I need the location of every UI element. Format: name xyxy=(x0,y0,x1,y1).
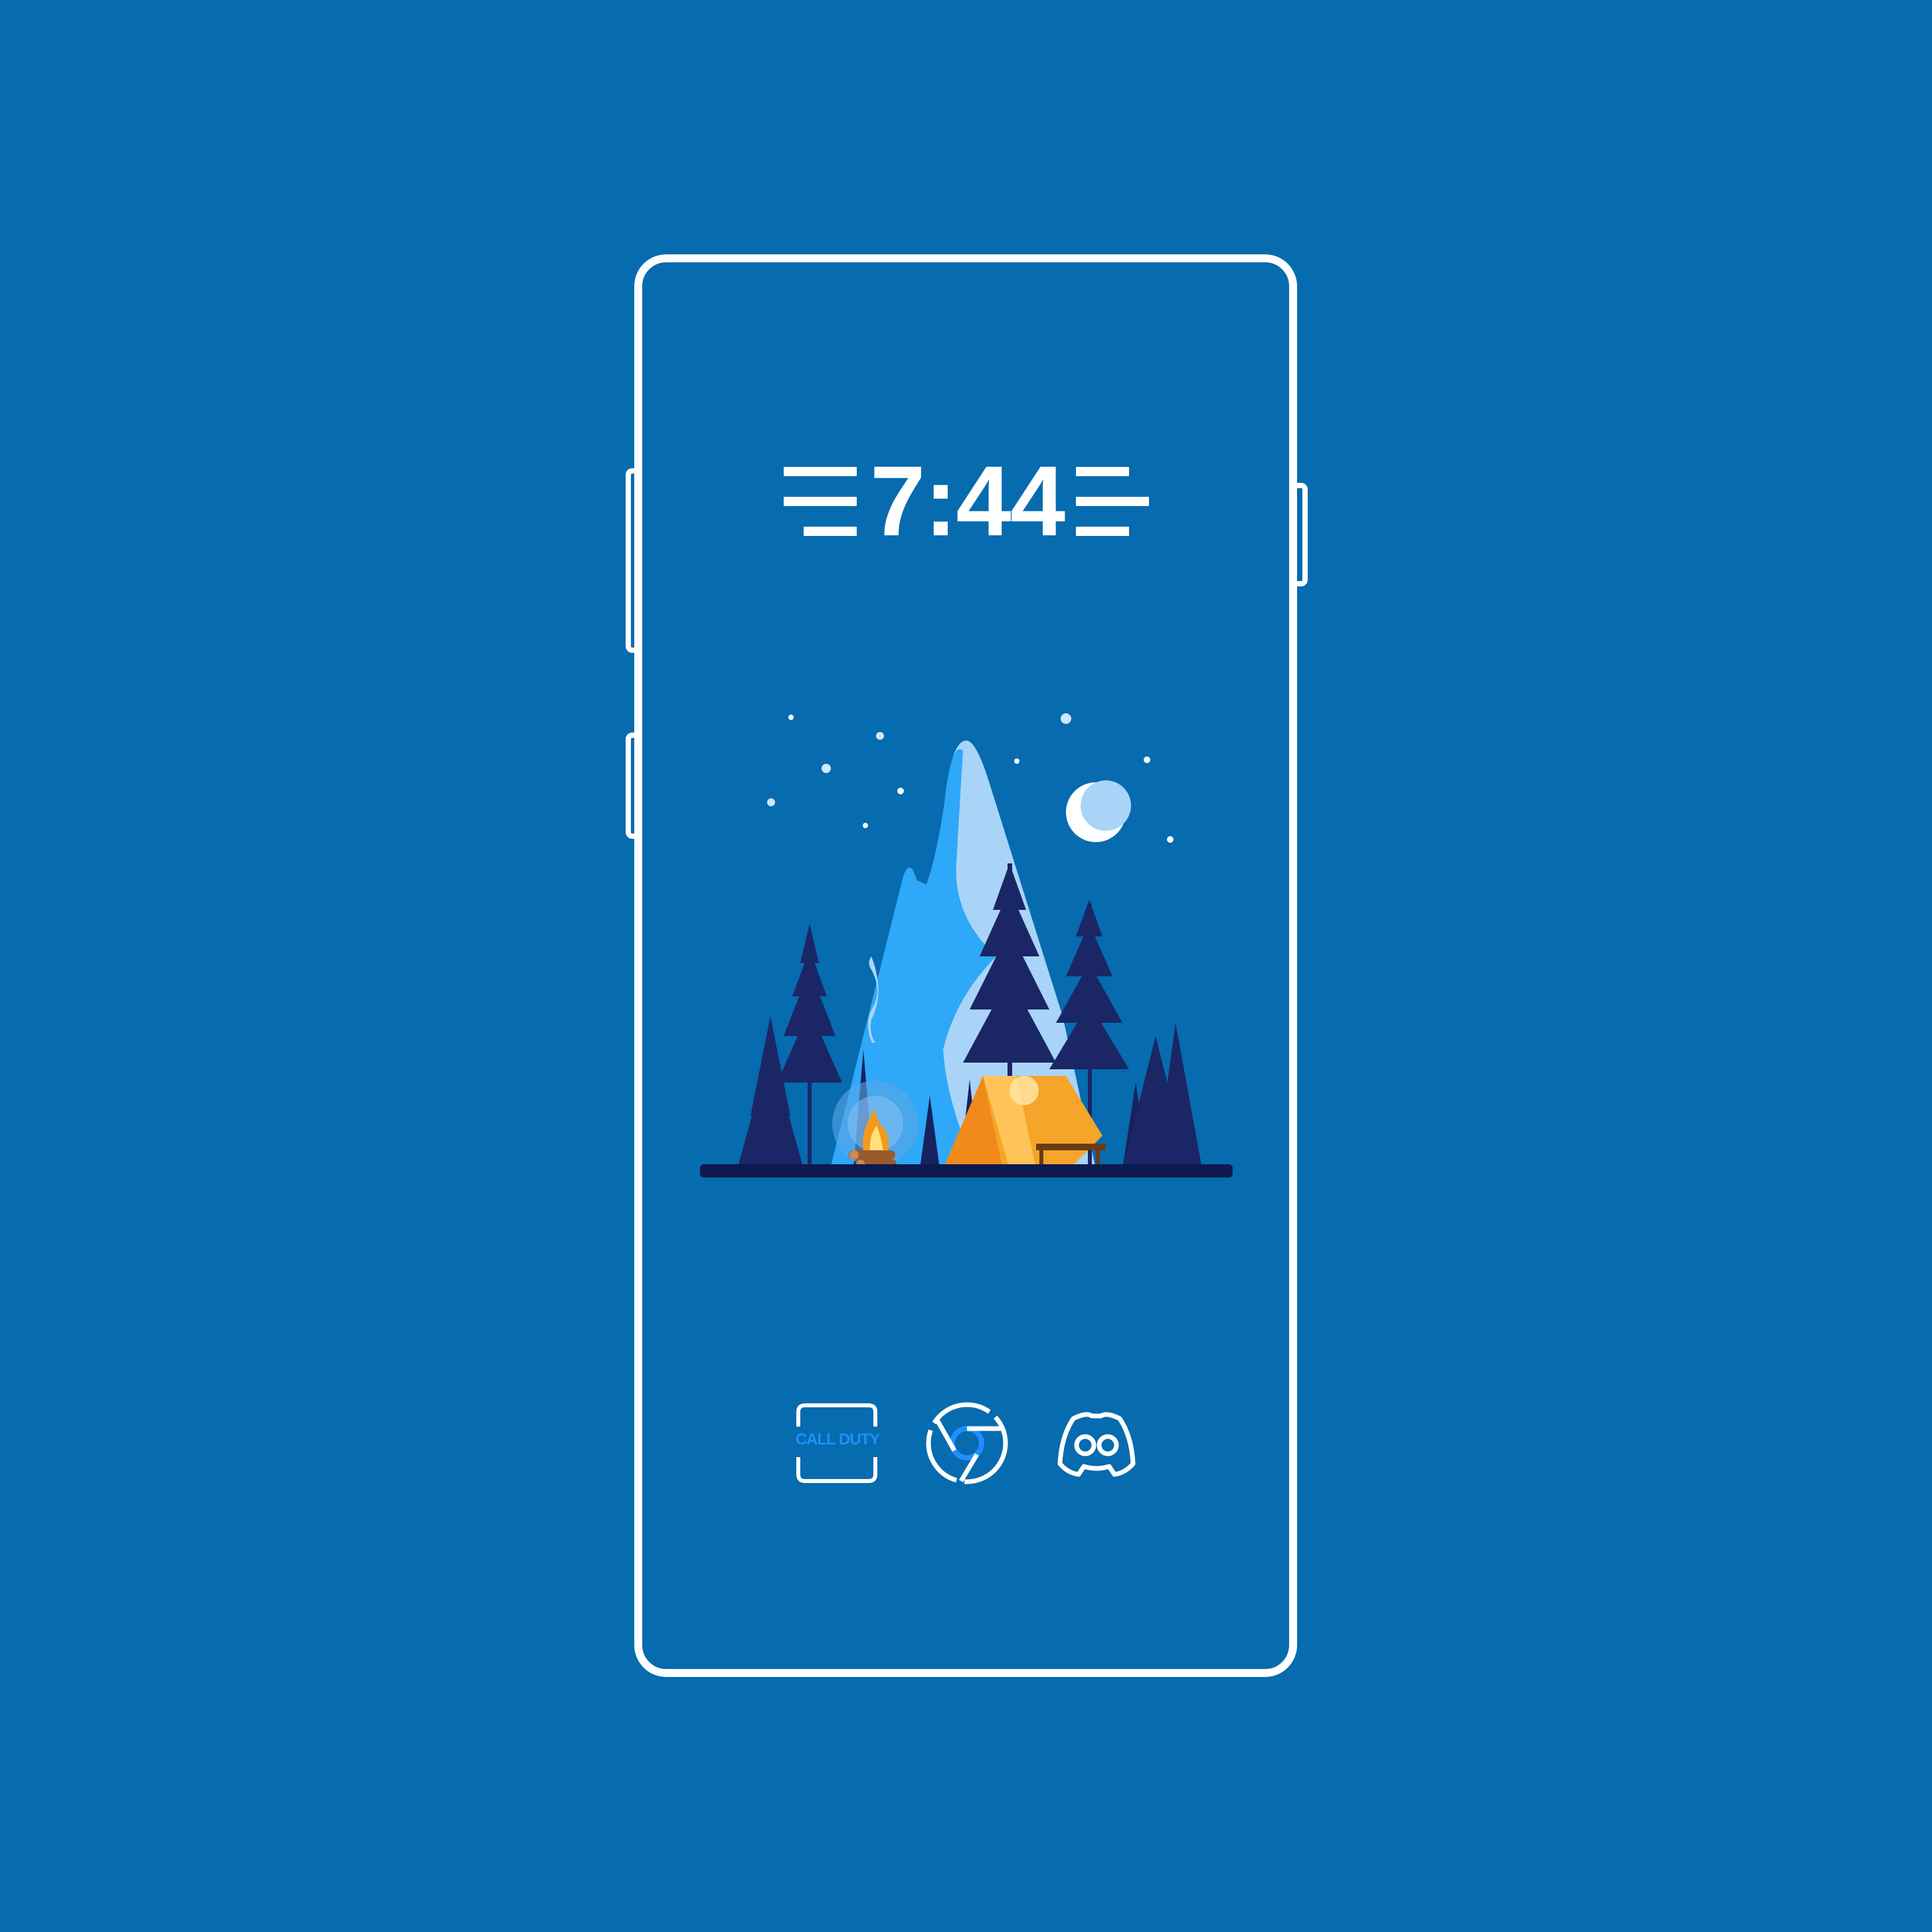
app-discord[interactable] xyxy=(1053,1400,1140,1486)
clock-time: 7:44 xyxy=(870,445,1065,557)
campsite-night-wallpaper xyxy=(697,704,1235,1189)
app-label: CALL DUTY xyxy=(795,1431,881,1449)
discord-icon xyxy=(1057,1412,1136,1477)
app-dock: CALL DUTY xyxy=(794,1400,1140,1486)
chrome-icon xyxy=(926,1402,1008,1484)
app-chrome[interactable] xyxy=(924,1400,1010,1486)
app-call-of-duty[interactable]: CALL DUTY xyxy=(794,1400,881,1486)
clock-widget: 7:44 xyxy=(784,451,1149,551)
clock-decoration-right xyxy=(1076,467,1149,536)
clock-decoration-left xyxy=(784,467,857,536)
